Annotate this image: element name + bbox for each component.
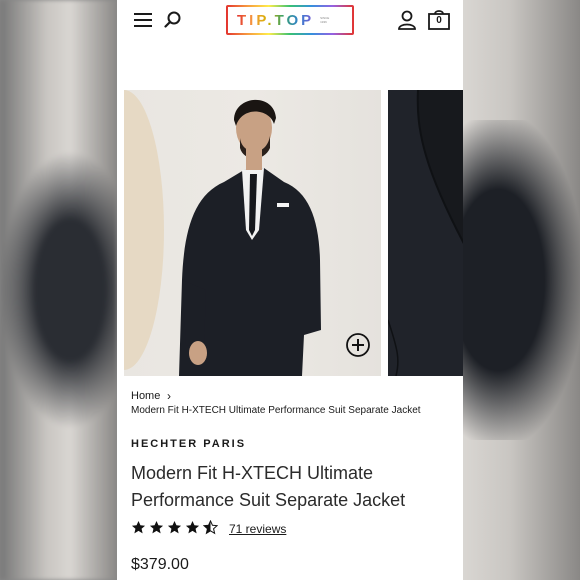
background-blur-left: [0, 0, 117, 580]
product-price: $379.00: [131, 556, 189, 573]
star-icon: [167, 520, 182, 534]
logo-text: TIP.TOP: [237, 11, 315, 29]
product-photo-main[interactable]: [124, 90, 381, 376]
breadcrumb-current: Modern Fit H-XTECH Ultimate Performance …: [131, 405, 421, 416]
site-header: TIP.TOP SINCE 1936 0: [117, 0, 463, 44]
cart-count: 0: [436, 15, 442, 26]
rating-stars[interactable]: [131, 520, 218, 538]
site-logo[interactable]: TIP.TOP SINCE 1936: [226, 5, 354, 35]
cart-icon[interactable]: 0: [427, 9, 451, 31]
account-icon[interactable]: [397, 10, 417, 30]
star-half-icon: [203, 520, 218, 535]
star-icon: [131, 520, 146, 534]
reviews-link[interactable]: 71 reviews: [229, 522, 286, 536]
mobile-page: TIP.TOP SINCE 1936 0 Home › Modern Fit H…: [117, 0, 463, 580]
search-icon[interactable]: [164, 11, 182, 29]
star-icon: [149, 520, 164, 534]
zoom-in-icon[interactable]: [346, 333, 370, 357]
product-gallery[interactable]: [124, 90, 463, 376]
hamburger-menu-icon[interactable]: [134, 13, 152, 27]
product-title: Modern Fit H-XTECH Ultimate Performance …: [131, 463, 406, 510]
chevron-right-icon: ›: [167, 389, 171, 403]
product-brand[interactable]: HECHTER PARIS: [131, 438, 246, 450]
logo-subtext: SINCE 1936: [320, 16, 330, 24]
background-blur-right: [463, 0, 580, 580]
breadcrumb-home-link[interactable]: Home: [131, 390, 160, 402]
star-icon: [185, 520, 200, 534]
product-photo-detail[interactable]: [388, 90, 463, 376]
